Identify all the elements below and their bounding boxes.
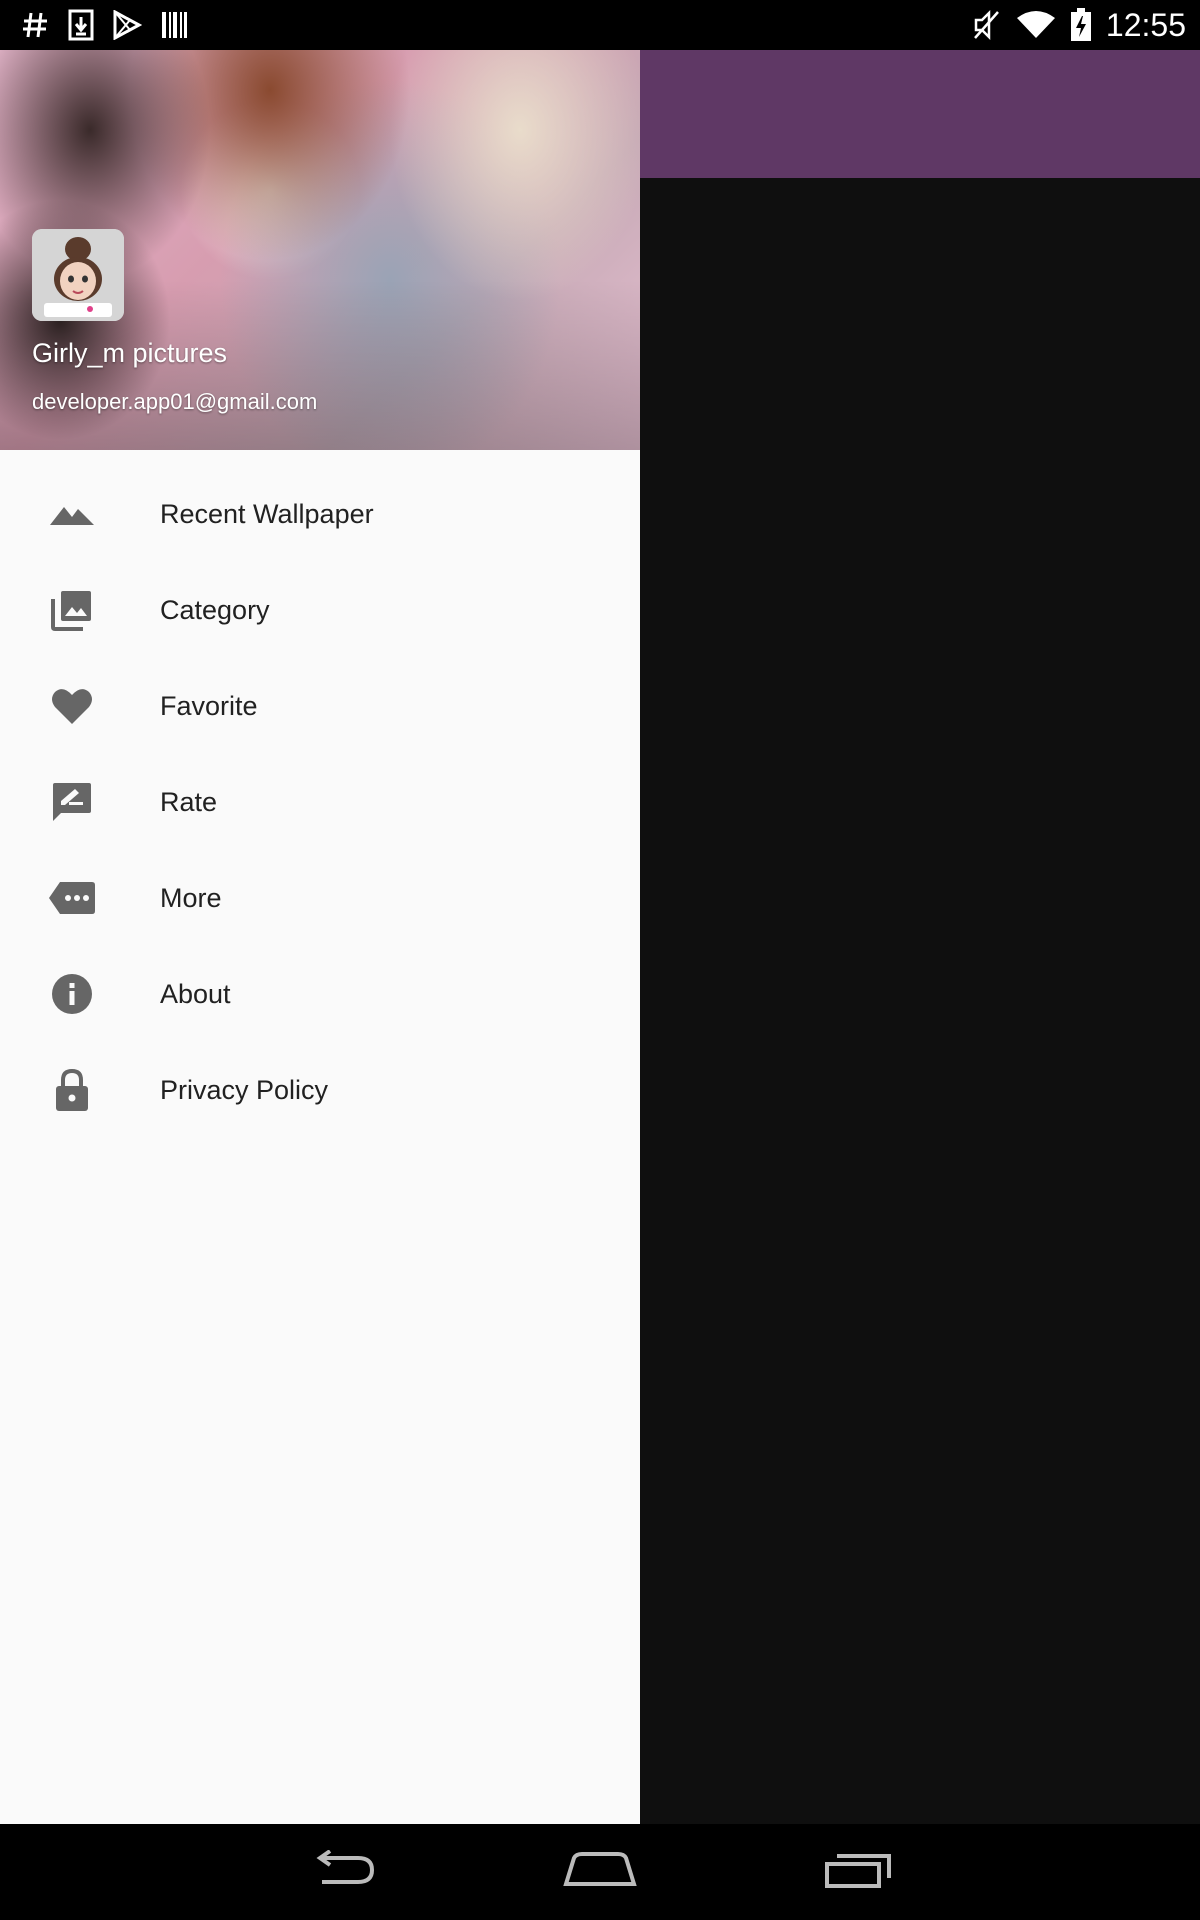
heart-icon (48, 682, 96, 730)
status-bar: 12:55 (0, 0, 1200, 50)
menu-item-rate[interactable]: Rate (0, 754, 640, 850)
drawer-header-email: developer.app01@gmail.com (32, 389, 318, 414)
menu-item-more[interactable]: More (0, 850, 640, 946)
menu-item-label: More (160, 882, 222, 913)
barcode-icon (160, 10, 188, 40)
lock-icon (48, 1066, 96, 1114)
wifi-icon (1016, 10, 1056, 40)
menu-item-label: Category (160, 594, 270, 625)
home-button[interactable] (560, 1846, 640, 1898)
menu-item-label: Recent Wallpaper (160, 498, 374, 529)
menu-item-label: Rate (160, 786, 218, 817)
drawer-menu: Recent Wallpaper Category Favorite Rate … (0, 450, 640, 1138)
recents-icon (823, 1852, 893, 1893)
menu-item-category[interactable]: Category (0, 562, 640, 658)
clock: 12:55 (1105, 6, 1186, 43)
menu-item-label: About (160, 978, 231, 1009)
landscape-icon (48, 490, 96, 538)
navigation-bar (0, 1824, 1200, 1920)
back-icon (308, 1848, 378, 1895)
info-icon (48, 970, 96, 1018)
play-store-icon (112, 10, 142, 40)
drawer-header: Girly_m pictures developer.app01@gmail.c… (0, 50, 640, 450)
avatar[interactable] (32, 229, 124, 321)
menu-item-favorite[interactable]: Favorite (0, 658, 640, 754)
photo-library-icon (48, 586, 96, 634)
menu-item-privacy-policy[interactable]: Privacy Policy (0, 1042, 640, 1138)
home-icon (562, 1851, 638, 1893)
app-content-scrim[interactable] (640, 178, 1200, 1824)
menu-item-about[interactable]: About (0, 946, 640, 1042)
recents-button[interactable] (818, 1846, 898, 1898)
navigation-drawer: Girly_m pictures developer.app01@gmail.c… (0, 50, 640, 1824)
back-button[interactable] (303, 1846, 383, 1898)
drawer-header-title: Girly_m pictures (32, 338, 228, 368)
app-toolbar (640, 50, 1200, 178)
mute-icon (972, 9, 1002, 41)
hash-icon (20, 10, 50, 40)
menu-item-label: Privacy Policy (160, 1074, 329, 1105)
rate-review-icon (48, 778, 96, 826)
menu-item-recent-wallpaper[interactable]: Recent Wallpaper (0, 466, 640, 562)
more-tag-icon (48, 874, 96, 922)
battery-charging-icon (1070, 8, 1092, 42)
menu-item-label: Favorite (160, 690, 258, 721)
download-icon (68, 9, 94, 41)
